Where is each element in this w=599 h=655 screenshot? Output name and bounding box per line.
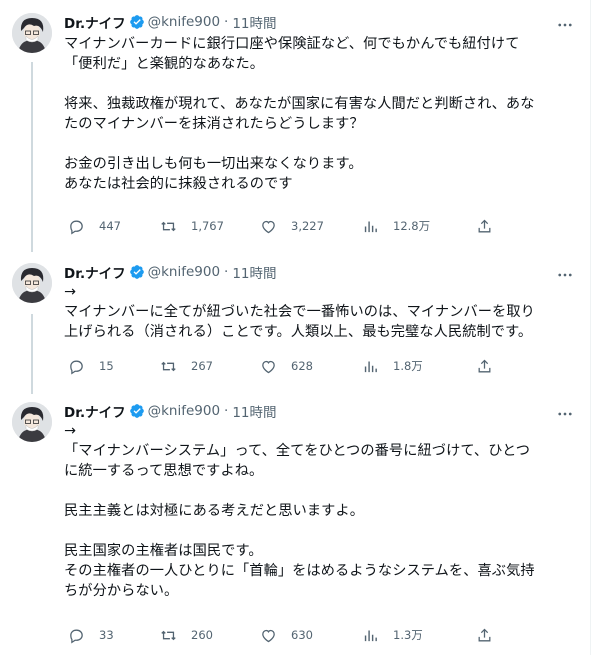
separator-dot: ·	[224, 403, 229, 419]
text-line: 民主国家の主権者は国民です。	[64, 543, 263, 559]
heart-icon	[262, 220, 275, 233]
action-bar: 447 1,767 3,227 12.8万	[64, 215, 504, 237]
reply-icon	[70, 360, 83, 375]
separator-dot: ·	[224, 14, 229, 30]
tweet[interactable]: Dr.ナイフ @knife900 · 11時間 → 「マイナンバーシステム」って…	[0, 402, 590, 652]
action-bar: 33 260 630 1.3万	[64, 624, 504, 646]
views-button[interactable]: 1.3万	[362, 624, 423, 646]
like-count: 3,227	[291, 219, 324, 233]
views-icon	[364, 221, 377, 232]
author-name[interactable]: Dr.ナイフ	[64, 262, 126, 282]
tweet-text: → マイナンバーに全てが紐づいた社会で一番怖いのは、マイナンバーを取り 上げられ…	[64, 282, 569, 342]
more-icon[interactable]	[556, 16, 574, 34]
reply-button[interactable]: 15	[68, 355, 114, 377]
share-icon	[478, 219, 491, 232]
views-button[interactable]: 12.8万	[362, 215, 430, 237]
tweet-text: マイナンバーカードに銀行口座や保険証など、何でもかんでも紐付けて 「便利だ」と楽…	[64, 34, 569, 194]
share-icon	[478, 359, 491, 372]
timestamp[interactable]: 11時間	[232, 262, 276, 282]
tweet-header: Dr.ナイフ @knife900 · 11時間	[64, 401, 277, 421]
retweet-icon	[161, 221, 176, 231]
tweet[interactable]: Dr.ナイフ @knife900 · 11時間 マイナンバーカードに銀行口座や保…	[0, 13, 590, 243]
views-button[interactable]: 1.8万	[362, 355, 423, 377]
retweet-count: 1,767	[191, 219, 224, 233]
views-count: 1.8万	[393, 359, 423, 373]
text-line: ちが分からない。	[64, 583, 179, 599]
reply-button[interactable]: 447	[68, 215, 121, 237]
share-button[interactable]	[476, 355, 498, 377]
retweet-button[interactable]: 260	[160, 624, 213, 646]
author-handle[interactable]: @knife900	[148, 403, 220, 419]
reply-count: 447	[99, 219, 121, 233]
retweet-button[interactable]: 1,767	[160, 215, 224, 237]
thread: Dr.ナイフ @knife900 · 11時間 マイナンバーカードに銀行口座や保…	[0, 0, 591, 655]
tweet-header: Dr.ナイフ @knife900 · 11時間	[64, 262, 277, 282]
verified-badge-icon	[129, 404, 144, 418]
text-line: 「便利だ」と楽観的なあなた。	[64, 56, 265, 72]
reply-icon	[70, 629, 83, 644]
heart-icon	[262, 629, 275, 642]
paragraph: 民主主義とは対極にある考えだと思いますよ。	[64, 501, 569, 521]
views-icon	[364, 361, 377, 372]
like-count: 630	[291, 628, 313, 642]
text-line: たのマイナンバーを抹消されたらどうします？	[64, 116, 364, 132]
action-bar: 15 267 628 1.8万	[64, 355, 504, 377]
author-handle[interactable]: @knife900	[148, 14, 220, 30]
avatar[interactable]	[12, 263, 52, 303]
retweet-count: 260	[191, 628, 213, 642]
text-line: 「マイナンバーシステム」って、全てをひとつの番号に紐づけて、ひとつ	[64, 443, 531, 459]
heart-icon	[262, 360, 275, 373]
like-count: 628	[291, 359, 313, 373]
retweet-button[interactable]: 267	[160, 355, 213, 377]
paragraph: 民主国家の主権者は国民です。 その主権者の一人ひとりに「首輪」をはめるようなシス…	[64, 541, 569, 601]
tweet-header: Dr.ナイフ @knife900 · 11時間	[64, 12, 277, 32]
like-button[interactable]: 3,227	[260, 215, 324, 237]
text-line: その主権者の一人ひとりに「首輪」をはめるようなシステムを、喜ぶ気持	[64, 563, 535, 579]
verified-badge-icon	[129, 265, 144, 279]
retweet-count: 267	[191, 359, 213, 373]
avatar[interactable]	[12, 402, 52, 442]
avatar[interactable]	[12, 13, 52, 53]
separator-dot: ·	[224, 264, 229, 280]
author-handle[interactable]: @knife900	[148, 264, 220, 280]
reply-count: 33	[99, 628, 114, 642]
reply-count: 15	[99, 359, 114, 373]
text-line: お金の引き出しも何も一切出来なくなります。	[64, 156, 363, 172]
share-button[interactable]	[476, 624, 498, 646]
text-line: 民主主義とは対極にある考えだと思いますよ。	[64, 503, 365, 519]
text-line: →	[64, 284, 76, 300]
text-line: →	[64, 423, 76, 439]
tweet-text: → 「マイナンバーシステム」って、全てをひとつの番号に紐づけて、ひとつ に統一す…	[64, 421, 569, 601]
timestamp[interactable]: 11時間	[232, 401, 276, 421]
reply-icon	[70, 220, 83, 235]
text-line: 将来、独裁政権が現れて、あなたが国家に有害な人間だと判断され、あな	[64, 96, 535, 112]
text-line: に統一するって思想ですよね。	[64, 463, 264, 479]
like-button[interactable]: 628	[260, 355, 313, 377]
tweet[interactable]: Dr.ナイフ @knife900 · 11時間 → マイナンバーに全てが紐づいた…	[0, 263, 590, 378]
retweet-icon	[161, 630, 176, 640]
timestamp[interactable]: 11時間	[232, 12, 276, 32]
share-icon	[478, 628, 491, 641]
paragraph: 将来、独裁政権が現れて、あなたが国家に有害な人間だと判断され、あな たのマイナン…	[64, 94, 569, 134]
share-button[interactable]	[476, 215, 498, 237]
paragraph: → マイナンバーに全てが紐づいた社会で一番怖いのは、マイナンバーを取り 上げられ…	[64, 282, 569, 342]
views-icon	[364, 630, 377, 641]
text-line: マイナンバーカードに銀行口座や保険証など、何でもかんでも紐付けて	[64, 36, 520, 52]
paragraph: → 「マイナンバーシステム」って、全てをひとつの番号に紐づけて、ひとつ に統一す…	[64, 421, 569, 481]
text-line: 上げられる（消される）ことです。人類以上、最も完璧な人民統制です。	[64, 324, 533, 340]
like-button[interactable]: 630	[260, 624, 313, 646]
text-line: あなたは社会的に抹殺されるのです	[64, 176, 293, 192]
reply-button[interactable]: 33	[68, 624, 114, 646]
text-line: マイナンバーに全てが紐づいた社会で一番怖いのは、マイナンバーを取り	[64, 304, 535, 320]
verified-badge-icon	[129, 15, 144, 29]
author-name[interactable]: Dr.ナイフ	[64, 12, 126, 32]
views-count: 1.3万	[393, 628, 423, 642]
views-count: 12.8万	[393, 219, 431, 233]
paragraph: お金の引き出しも何も一切出来なくなります。 あなたは社会的に抹殺されるのです	[64, 154, 569, 194]
retweet-icon	[161, 361, 176, 371]
paragraph: マイナンバーカードに銀行口座や保険証など、何でもかんでも紐付けて 「便利だ」と楽…	[64, 34, 569, 74]
author-name[interactable]: Dr.ナイフ	[64, 401, 126, 421]
